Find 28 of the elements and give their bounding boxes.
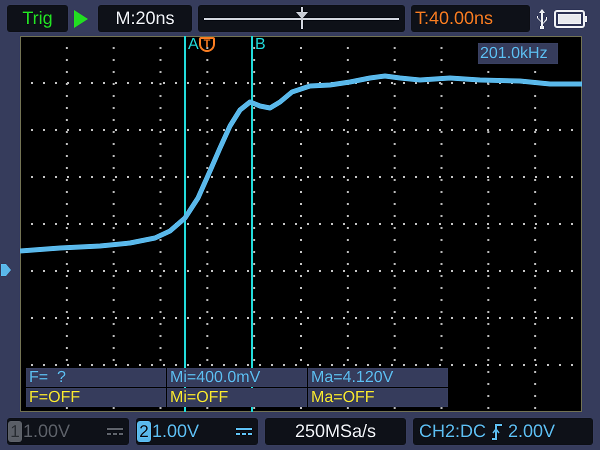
channel-scale-button[interactable]: 2 1.00V xyxy=(136,418,258,445)
cursor-line[interactable] xyxy=(251,36,253,412)
trigger-time-label: T:40.00ns xyxy=(411,5,530,32)
sample-rate-label: 250MSa/s xyxy=(265,418,406,445)
measurement-cell: F=OFF xyxy=(26,388,166,407)
battery-icon xyxy=(554,10,588,28)
dc-coupling-icon xyxy=(107,428,123,436)
measurement-cell: Ma=4.120V xyxy=(308,368,448,387)
trigger-marker: T xyxy=(199,37,215,52)
measurement-cell: Mi=OFF xyxy=(167,388,307,407)
cursor-label: A xyxy=(188,36,199,54)
ground-level-marker-icon xyxy=(1,264,11,276)
channel-scale: 1.00V xyxy=(23,421,72,442)
cursor-line[interactable] xyxy=(184,36,186,412)
rising-edge-icon xyxy=(492,424,502,440)
channel-scale: 1.00V xyxy=(152,421,200,442)
trigger-status: Trig xyxy=(7,5,68,32)
measurement-cell: F= ? xyxy=(26,368,166,387)
timebase-label: M:20ns xyxy=(98,5,192,32)
frequency-readout: 201.0kHz xyxy=(478,43,558,64)
channel-number: 2 xyxy=(137,421,151,442)
cursor-label: B xyxy=(255,36,266,54)
measurement-cell: Mi=400.0mV xyxy=(167,368,307,387)
trigger-level: 2.00V xyxy=(508,421,556,442)
measurement-cell: Ma=OFF xyxy=(308,388,448,407)
trigger-source: CH2:DC xyxy=(419,421,486,442)
dc-coupling-icon xyxy=(236,428,252,436)
usb-icon xyxy=(536,8,548,28)
